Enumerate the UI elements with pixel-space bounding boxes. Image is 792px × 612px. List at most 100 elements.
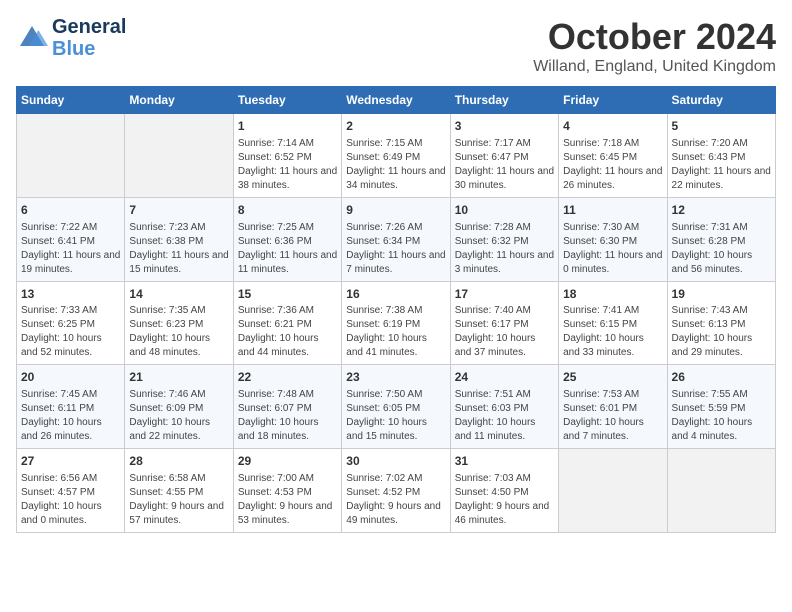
day-number: 30: [346, 453, 445, 470]
day-info: Sunrise: 7:50 AM Sunset: 6:05 PM Dayligh…: [346, 388, 445, 444]
day-info: Sunrise: 7:20 AM Sunset: 6:43 PM Dayligh…: [672, 137, 771, 193]
calendar-day-cell: 4Sunrise: 7:18 AM Sunset: 6:45 PM Daylig…: [559, 114, 667, 198]
calendar-day-cell: 19Sunrise: 7:43 AM Sunset: 6:13 PM Dayli…: [667, 281, 775, 365]
calendar-day-cell: 30 Sunrise: 7:02 AM Sunset: 4:52 PM Dayli…: [342, 449, 450, 533]
calendar-day-cell: 13Sunrise: 7:33 AM Sunset: 6:25 PM Dayli…: [17, 281, 125, 365]
calendar-week-row: 20 Sunrise: 7:45 AM Sunset: 6:11 PM Dayli…: [17, 365, 776, 449]
day-number: 29: [238, 453, 337, 470]
calendar-day-cell: 5 Sunrise: 7:20 AM Sunset: 6:43 PM Daylig…: [667, 114, 775, 198]
calendar-day-cell: 28Sunrise: 6:58 AM Sunset: 4:55 PM Dayli…: [125, 449, 233, 533]
logo: General Blue: [16, 16, 126, 60]
weekday-header: Thursday: [450, 87, 558, 114]
day-info: Sunrise: 6:56 AM Sunset: 4:57 PM Dayligh…: [21, 472, 120, 528]
day-info: Sunrise: 7:28 AM Sunset: 6:32 PM Dayligh…: [455, 221, 554, 277]
day-info: Sunrise: 7:45 AM Sunset: 6:11 PM Dayligh…: [21, 388, 120, 444]
day-number: 2: [346, 118, 445, 135]
day-number: 19: [672, 286, 771, 303]
day-number: 9: [346, 202, 445, 219]
day-number: 12: [672, 202, 771, 219]
calendar-day-cell: 6 Sunrise: 7:22 AM Sunset: 6:41 PM Daylig…: [17, 197, 125, 281]
day-number: 6: [21, 202, 120, 219]
calendar-day-cell: 12 Sunrise: 7:31 AM Sunset: 6:28 PM Dayli…: [667, 197, 775, 281]
calendar-day-cell: 8Sunrise: 7:25 AM Sunset: 6:36 PM Daylig…: [233, 197, 341, 281]
calendar-day-cell: 16Sunrise: 7:38 AM Sunset: 6:19 PM Dayli…: [342, 281, 450, 365]
day-info: Sunrise: 7:48 AM Sunset: 6:07 PM Dayligh…: [238, 388, 337, 444]
day-info: Sunrise: 7:40 AM Sunset: 6:17 PM Dayligh…: [455, 304, 554, 360]
day-info: Sunrise: 7:51 AM Sunset: 6:03 PM Dayligh…: [455, 388, 554, 444]
calendar-table: SundayMondayTuesdayWednesdayThursdayFrid…: [16, 86, 776, 533]
weekday-header: Friday: [559, 87, 667, 114]
calendar-week-row: 1 Sunrise: 7:14 AM Sunset: 6:52 PM Daylig…: [17, 114, 776, 198]
day-info: Sunrise: 7:22 AM Sunset: 6:41 PM Dayligh…: [21, 221, 120, 277]
calendar-day-cell: 22Sunrise: 7:48 AM Sunset: 6:07 PM Dayli…: [233, 365, 341, 449]
calendar-day-cell: 1 Sunrise: 7:14 AM Sunset: 6:52 PM Daylig…: [233, 114, 341, 198]
weekday-header: Tuesday: [233, 87, 341, 114]
day-number: 21: [129, 369, 228, 386]
day-number: 18: [563, 286, 662, 303]
day-number: 11: [563, 202, 662, 219]
calendar-day-cell: [125, 114, 233, 198]
day-info: Sunrise: 7:41 AM Sunset: 6:15 PM Dayligh…: [563, 304, 662, 360]
day-info: Sunrise: 7:38 AM Sunset: 6:19 PM Dayligh…: [346, 304, 445, 360]
day-info: Sunrise: 7:03 AM Sunset: 4:50 PM Dayligh…: [455, 472, 554, 528]
day-number: 10: [455, 202, 554, 219]
day-number: 14: [129, 286, 228, 303]
location: Willand, England, United Kingdom: [533, 58, 776, 76]
calendar-day-cell: 27Sunrise: 6:56 AM Sunset: 4:57 PM Dayli…: [17, 449, 125, 533]
day-info: Sunrise: 7:53 AM Sunset: 6:01 PM Dayligh…: [563, 388, 662, 444]
day-info: Sunrise: 7:36 AM Sunset: 6:21 PM Dayligh…: [238, 304, 337, 360]
weekday-header: Saturday: [667, 87, 775, 114]
title-block: October 2024 Willand, England, United Ki…: [533, 16, 776, 76]
day-number: 7: [129, 202, 228, 219]
calendar-day-cell: [667, 449, 775, 533]
day-number: 5: [672, 118, 771, 135]
calendar-day-cell: 25Sunrise: 7:53 AM Sunset: 6:01 PM Dayli…: [559, 365, 667, 449]
day-info: Sunrise: 7:15 AM Sunset: 6:49 PM Dayligh…: [346, 137, 445, 193]
weekday-header: Wednesday: [342, 87, 450, 114]
calendar-day-cell: 18Sunrise: 7:41 AM Sunset: 6:15 PM Dayli…: [559, 281, 667, 365]
day-number: 8: [238, 202, 337, 219]
day-info: Sunrise: 7:02 AM Sunset: 4:52 PM Dayligh…: [346, 472, 445, 528]
day-number: 24: [455, 369, 554, 386]
calendar-day-cell: [559, 449, 667, 533]
calendar-day-cell: 24 Sunrise: 7:51 AM Sunset: 6:03 PM Dayli…: [450, 365, 558, 449]
day-number: 17: [455, 286, 554, 303]
day-info: Sunrise: 7:31 AM Sunset: 6:28 PM Dayligh…: [672, 221, 771, 277]
page-header: General Blue October 2024 Willand, Engla…: [16, 16, 776, 76]
day-info: Sunrise: 6:58 AM Sunset: 4:55 PM Dayligh…: [129, 472, 228, 528]
calendar-week-row: 6 Sunrise: 7:22 AM Sunset: 6:41 PM Daylig…: [17, 197, 776, 281]
calendar-week-row: 27Sunrise: 6:56 AM Sunset: 4:57 PM Dayli…: [17, 449, 776, 533]
day-info: Sunrise: 7:23 AM Sunset: 6:38 PM Dayligh…: [129, 221, 228, 277]
day-number: 15: [238, 286, 337, 303]
day-number: 31: [455, 453, 554, 470]
calendar-day-cell: 15Sunrise: 7:36 AM Sunset: 6:21 PM Dayli…: [233, 281, 341, 365]
day-info: Sunrise: 7:18 AM Sunset: 6:45 PM Dayligh…: [563, 137, 662, 193]
calendar-day-cell: 10 Sunrise: 7:28 AM Sunset: 6:32 PM Dayli…: [450, 197, 558, 281]
day-number: 23: [346, 369, 445, 386]
month-title: October 2024: [533, 16, 776, 58]
day-info: Sunrise: 7:46 AM Sunset: 6:09 PM Dayligh…: [129, 388, 228, 444]
day-info: Sunrise: 7:26 AM Sunset: 6:34 PM Dayligh…: [346, 221, 445, 277]
calendar-week-row: 13Sunrise: 7:33 AM Sunset: 6:25 PM Dayli…: [17, 281, 776, 365]
day-number: 16: [346, 286, 445, 303]
calendar-day-cell: 21 Sunrise: 7:46 AM Sunset: 6:09 PM Dayli…: [125, 365, 233, 449]
day-number: 13: [21, 286, 120, 303]
weekday-header: Sunday: [17, 87, 125, 114]
calendar-day-cell: 20 Sunrise: 7:45 AM Sunset: 6:11 PM Dayli…: [17, 365, 125, 449]
day-info: Sunrise: 7:14 AM Sunset: 6:52 PM Dayligh…: [238, 137, 337, 193]
day-info: Sunrise: 7:35 AM Sunset: 6:23 PM Dayligh…: [129, 304, 228, 360]
day-number: 20: [21, 369, 120, 386]
calendar-day-cell: 7 Sunrise: 7:23 AM Sunset: 6:38 PM Daylig…: [125, 197, 233, 281]
calendar-day-cell: 11Sunrise: 7:30 AM Sunset: 6:30 PM Dayli…: [559, 197, 667, 281]
calendar-day-cell: 17Sunrise: 7:40 AM Sunset: 6:17 PM Dayli…: [450, 281, 558, 365]
day-info: Sunrise: 7:00 AM Sunset: 4:53 PM Dayligh…: [238, 472, 337, 528]
day-info: Sunrise: 7:43 AM Sunset: 6:13 PM Dayligh…: [672, 304, 771, 360]
day-info: Sunrise: 7:17 AM Sunset: 6:47 PM Dayligh…: [455, 137, 554, 193]
calendar-day-cell: 23 Sunrise: 7:50 AM Sunset: 6:05 PM Dayli…: [342, 365, 450, 449]
day-number: 1: [238, 118, 337, 135]
calendar-day-cell: 31 Sunrise: 7:03 AM Sunset: 4:50 PM Dayli…: [450, 449, 558, 533]
logo-text: General Blue: [52, 16, 126, 60]
day-number: 3: [455, 118, 554, 135]
day-info: Sunrise: 7:55 AM Sunset: 5:59 PM Dayligh…: [672, 388, 771, 444]
calendar-day-cell: 3 Sunrise: 7:17 AM Sunset: 6:47 PM Daylig…: [450, 114, 558, 198]
